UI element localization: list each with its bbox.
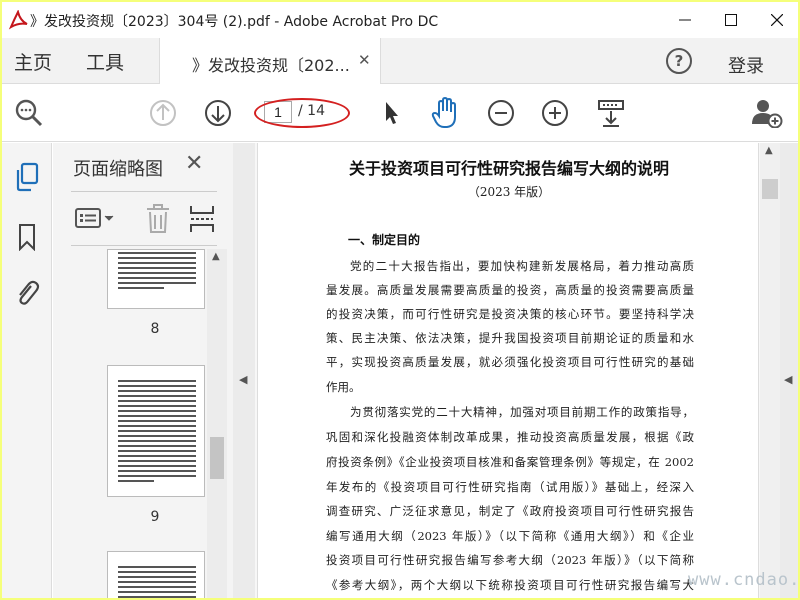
menu-bar: 主页 工具 》发改投资规〔202... ✕ ? 登录 bbox=[2, 38, 798, 84]
previous-page-icon[interactable] bbox=[146, 96, 180, 130]
page-thumbnail[interactable] bbox=[107, 551, 205, 598]
paragraph-line: 量发展。高质量发展需要高质量的投资，高质量的投资需要高质量 bbox=[326, 283, 694, 297]
left-rail bbox=[2, 143, 52, 598]
right-panel-handle[interactable]: ◀ bbox=[780, 143, 798, 598]
collapse-left-icon[interactable]: ◀ bbox=[239, 373, 247, 386]
select-cursor-icon[interactable] bbox=[374, 96, 408, 130]
thumbnail-page-label: 8 bbox=[150, 321, 160, 337]
thumbnails-panel: 页面缩略图 ✕ 8 9 ▲ bbox=[53, 143, 233, 598]
paragraph-line: 巩固和深化投融资体制改革成果，推动投资高质量发展，根据《政 bbox=[326, 430, 694, 444]
document-scrollbar[interactable]: ▲ bbox=[760, 143, 780, 598]
paragraph-line: 编写通用大纲（2023 年版）》（以下简称《通用大纲》）和《企业 bbox=[326, 529, 694, 543]
document-tab[interactable]: 》发改投资规〔202... ✕ bbox=[159, 38, 381, 84]
find-icon[interactable] bbox=[12, 96, 46, 130]
document-subtitle: （2023 年版） bbox=[467, 185, 551, 199]
scroll-up-icon[interactable]: ▲ bbox=[212, 251, 220, 262]
document-title: 关于投资项目可行性研究报告编写大纲的说明 bbox=[348, 159, 669, 178]
menu-home[interactable]: 主页 bbox=[14, 48, 52, 75]
share-user-icon[interactable] bbox=[750, 96, 784, 130]
paragraph-line: 投资项目可行性研究报告编写参考大纲（2023 年版）》（以下简称 bbox=[326, 553, 694, 567]
menu-tools[interactable]: 工具 bbox=[86, 48, 124, 75]
close-panel-icon[interactable]: ✕ bbox=[185, 151, 203, 176]
close-window-button[interactable] bbox=[754, 2, 798, 38]
document-tab-label: 》发改投资规〔202... bbox=[192, 56, 350, 75]
page-layout-icon[interactable] bbox=[189, 204, 215, 238]
thumbnail-scrollbar[interactable]: ▲ bbox=[207, 249, 227, 598]
thumbnail-list: 8 9 bbox=[53, 249, 207, 598]
window-title: 》发改投资规〔2023〕304号 (2).pdf - Adobe Acrobat… bbox=[30, 14, 439, 30]
collapse-panel-handle[interactable]: ◀ bbox=[233, 143, 255, 598]
page-thumbnails-icon[interactable] bbox=[12, 161, 42, 193]
paragraph-line: 策、民主决策、依法决策，提升我国投资项目前期论证的质量和水 bbox=[326, 331, 694, 345]
maximize-button[interactable] bbox=[708, 2, 754, 38]
watermark: www.cndao.com bbox=[688, 570, 798, 590]
minimize-button[interactable] bbox=[662, 2, 708, 38]
title-bar: 》发改投资规〔2023〕304号 (2).pdf - Adobe Acrobat… bbox=[2, 2, 798, 38]
thumbnail-options-icon[interactable] bbox=[75, 206, 115, 236]
paragraph-line: 党的二十大报告指出，要加快构建新发展格局，着力推动高质 bbox=[350, 259, 694, 273]
document-view[interactable]: 关于投资项目可行性研究报告编写大纲的说明 （2023 年版） 一、制定目的 党的… bbox=[255, 143, 780, 598]
page-thumbnail[interactable] bbox=[107, 249, 205, 309]
thumbnail-page-label: 9 bbox=[150, 509, 160, 525]
toolbar: / 14 bbox=[2, 84, 798, 142]
paragraph-line: 《参考大纲》，两个大纲以下统称投资项目可行性研究报告编写大 bbox=[326, 578, 694, 592]
close-tab-icon[interactable]: ✕ bbox=[358, 51, 371, 69]
panel-toolbar bbox=[71, 191, 217, 246]
acrobat-app-icon bbox=[8, 9, 30, 30]
paragraph-line: 年发布的《投资项目可行性研究指南（试用版）》基础上，经深入 bbox=[326, 480, 694, 494]
paragraph-line: 平，实现投资高质量发展，就必须强化投资项目可行性研究的基础 bbox=[326, 355, 694, 369]
expand-right-icon[interactable]: ◀ bbox=[784, 373, 792, 386]
acrobat-window: 》发改投资规〔2023〕304号 (2).pdf - Adobe Acrobat… bbox=[2, 2, 798, 598]
paragraph-line: 为贯彻落实党的二十大精神，加强对项目前期工作的政策指导， bbox=[350, 405, 694, 419]
hand-tool-icon[interactable] bbox=[428, 96, 462, 130]
paragraph-line: 的投资决策，而可行性研究是投资决策的核心环节。要坚持科学决 bbox=[326, 307, 694, 321]
document-scroll-thumb[interactable] bbox=[762, 179, 778, 199]
annotation-ellipse bbox=[254, 98, 350, 128]
panel-title: 页面缩略图 bbox=[73, 159, 163, 180]
login-button[interactable]: 登录 bbox=[728, 52, 764, 78]
paragraph-line: 作用。 bbox=[326, 380, 361, 394]
paragraph-line: 府投资条例》《企业投资项目核准和备案管理条例》等规定，在 2002 bbox=[326, 455, 694, 469]
bookmarks-icon[interactable] bbox=[12, 221, 42, 253]
zoom-in-icon[interactable] bbox=[538, 96, 572, 130]
scroll-mode-icon[interactable] bbox=[594, 96, 628, 130]
paragraph-line: 调查研究、广泛征求意见，制定了《政府投资项目可行性研究报告 bbox=[326, 504, 694, 518]
delete-pages-icon[interactable] bbox=[145, 204, 171, 238]
pdf-page: 关于投资项目可行性研究报告编写大纲的说明 （2023 年版） 一、制定目的 党的… bbox=[257, 143, 759, 598]
scroll-up-icon[interactable]: ▲ bbox=[765, 145, 773, 156]
attachments-icon[interactable] bbox=[12, 277, 42, 309]
thumbnail-scroll-thumb[interactable] bbox=[210, 437, 224, 479]
next-page-icon[interactable] bbox=[201, 96, 235, 130]
zoom-out-icon[interactable] bbox=[484, 96, 518, 130]
section-heading: 一、制定目的 bbox=[348, 233, 421, 247]
help-button[interactable]: ? bbox=[666, 48, 692, 74]
page-thumbnail[interactable] bbox=[107, 365, 205, 497]
